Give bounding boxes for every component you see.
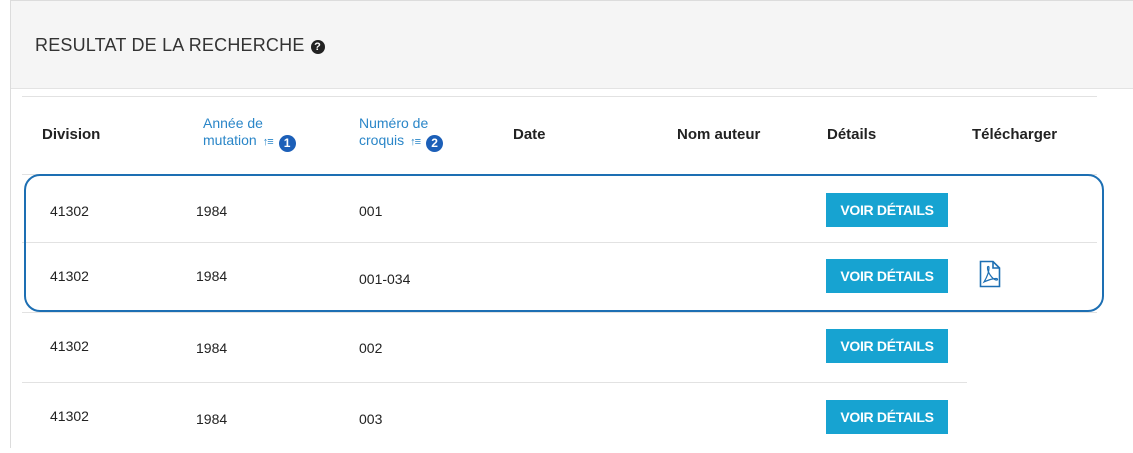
cell-division: 41302 (50, 268, 89, 284)
column-header-auteur: Nom auteur (677, 126, 761, 143)
column-header-numero-line2: croquis (359, 132, 405, 148)
table-row: 41302 1984 001 VOIR DÉTAILS (22, 175, 1097, 245)
cell-numero: 003 (359, 411, 383, 427)
cell-division: 41302 (50, 203, 89, 219)
cell-annee: 1984 (196, 340, 228, 356)
cell-numero: 001-034 (359, 271, 411, 287)
page-title: RESULTAT DE LA RECHERCHE? (35, 35, 325, 56)
voir-details-button[interactable]: VOIR DÉTAILS (826, 193, 948, 227)
cell-division: 41302 (50, 338, 89, 354)
panel-header: RESULTAT DE LA RECHERCHE? (11, 1, 1133, 89)
column-header-numero[interactable]: Numéro de croquis ↑≡ 2 (359, 115, 444, 152)
column-header-date: Date (513, 126, 546, 143)
column-header-numero-line1: Numéro de (359, 115, 429, 131)
cell-annee: 1984 (196, 268, 228, 284)
voir-details-button[interactable]: VOIR DÉTAILS (826, 329, 948, 363)
column-header-division: Division (42, 126, 101, 143)
column-header-details: Détails (827, 126, 877, 143)
cell-annee: 1984 (196, 203, 228, 219)
sort-order-badge: 2 (426, 135, 444, 152)
sort-order-badge: 1 (278, 135, 296, 152)
cell-division: 41302 (50, 408, 89, 424)
voir-details-button[interactable]: VOIR DÉTAILS (826, 400, 948, 434)
table-row: 41302 1984 003 VOIR DÉTAILS (22, 383, 1097, 453)
divider (22, 96, 1097, 97)
pdf-file-icon[interactable] (979, 260, 1001, 288)
sort-ascending-icon[interactable]: ↑≡ (410, 136, 421, 148)
table-row: 41302 1984 002 VOIR DÉTAILS (22, 313, 1097, 383)
sort-ascending-icon[interactable]: ↑≡ (263, 136, 274, 148)
results-title: RESULTAT DE LA RECHERCHE (35, 35, 305, 55)
cell-annee: 1984 (196, 411, 228, 427)
column-header-telecharger: Télécharger (972, 126, 1058, 143)
question-circle-icon[interactable]: ? (310, 40, 325, 54)
column-header-annee-line2: mutation (203, 132, 257, 148)
cell-numero: 002 (359, 340, 383, 356)
voir-details-button[interactable]: VOIR DÉTAILS (826, 259, 948, 293)
table-row: 41302 1984 001-034 VOIR DÉTAILS (22, 243, 1097, 313)
column-header-annee-line1: Année de (203, 115, 263, 131)
column-header-annee[interactable]: Année de mutation ↑≡ 1 (203, 115, 296, 152)
cell-numero: 001 (359, 203, 383, 219)
